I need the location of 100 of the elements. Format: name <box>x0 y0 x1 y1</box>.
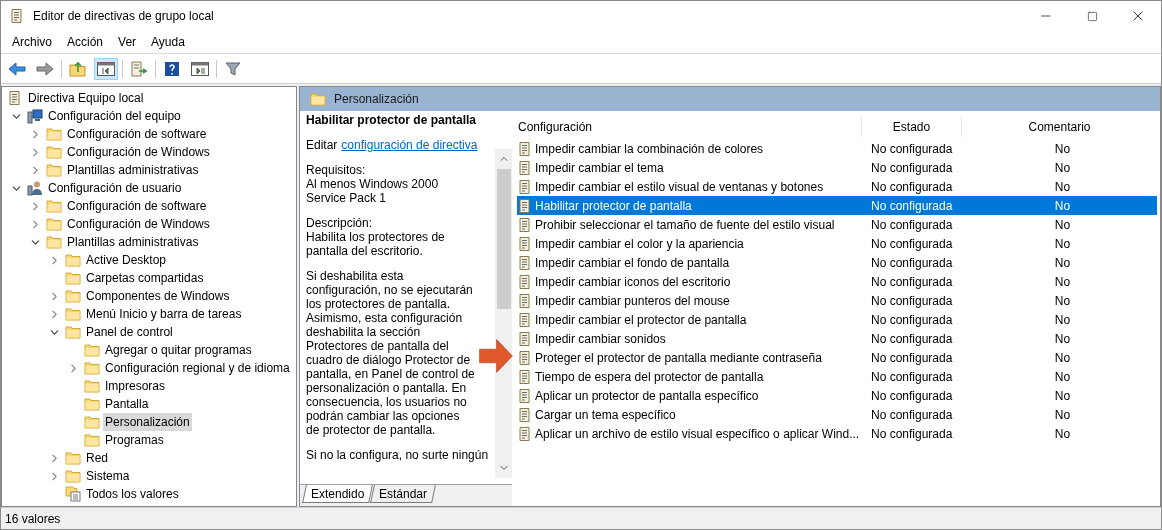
policy-setting-icon <box>517 178 533 195</box>
policy-setting-icon <box>517 425 533 442</box>
tree-item[interactable]: Carpetas compartidas <box>84 269 206 287</box>
pointer-arrow <box>479 339 513 373</box>
policy-row[interactable]: Impedir cambiar el protector de pantalla No configurada No <box>517 310 1157 329</box>
description-paragraph: Descripción: Habilita los protectores de pantalla del escritorio. <box>306 216 446 258</box>
tree-item[interactable]: Configuración regional y de idioma <box>103 359 292 377</box>
policy-row[interactable]: Impedir cambiar el estilo visual de ventanas y botones No configurada No <box>517 177 1157 196</box>
tree-item[interactable]: Plantillas administrativas <box>65 161 201 179</box>
tree-item[interactable]: Todos los valores <box>84 485 181 503</box>
policy-comment: No <box>1053 406 1072 424</box>
policy-comment: No <box>1053 425 1072 443</box>
policy-name: Prohibir seleccionar el tamaño de fuente del estilo visual <box>534 216 836 234</box>
policy-name: Impedir cambiar el color y la apariencia <box>534 235 745 253</box>
policy-settings-link[interactable]: configuración de directiva <box>341 138 478 152</box>
menu-item[interactable]: Ayuda <box>144 32 192 52</box>
tree-item[interactable]: Panel de control <box>84 323 175 341</box>
folder-icon <box>65 253 81 267</box>
tree-item[interactable]: Red <box>84 449 110 467</box>
tree-item[interactable]: Menú Inicio y barra de tareas <box>84 305 244 323</box>
edit-label: Editar <box>306 138 338 152</box>
policy-setting-icon <box>517 368 533 385</box>
menu-item[interactable]: Acción <box>60 32 111 52</box>
folder-icon <box>46 199 62 213</box>
policy-setting-icon <box>517 197 533 214</box>
policy-comment: No <box>1053 178 1072 196</box>
description-paragraph: Requisitos: Al menos Windows 2000 Service Pack 1 <box>306 163 440 205</box>
policy-state: No configurada <box>870 311 954 329</box>
column-header[interactable]: Comentario <box>962 117 1157 137</box>
policy-state: No configurada <box>870 425 954 443</box>
folder-icon <box>65 289 81 303</box>
policy-row[interactable]: Impedir cambiar iconos del escritorio No configurada No <box>517 272 1157 291</box>
policy-row[interactable]: Aplicar un archivo de estilo visual específico o aplicar Wind... No configurada No <box>517 424 1157 443</box>
policy-setting-icon <box>517 159 533 176</box>
folder-icon <box>84 397 100 411</box>
window-title: Editor de directivas de grupo local <box>33 8 214 25</box>
view-tab[interactable]: Estándar <box>370 485 437 503</box>
column-header[interactable]: Estado <box>862 117 962 137</box>
tree-item[interactable]: Configuración de Windows <box>65 143 212 161</box>
policy-row[interactable]: Habilitar protector de pantalla No configurada No <box>517 196 1157 215</box>
policy-state: No configurada <box>870 368 954 386</box>
policy-name: Impedir cambiar iconos del escritorio <box>534 273 732 291</box>
tree-item[interactable]: Impresoras <box>103 377 168 395</box>
folder-icon <box>310 92 326 106</box>
menu-item[interactable]: Ver <box>111 32 144 52</box>
policy-state: No configurada <box>870 159 954 177</box>
policy-row[interactable]: Impedir cambiar el color y la apariencia No configurada No <box>517 234 1157 253</box>
tree-item[interactable]: Plantillas administrativas <box>65 233 201 251</box>
policy-state: No configurada <box>870 330 954 348</box>
policy-row[interactable]: Proteger el protector de pantalla mediante contraseña No configurada No <box>517 348 1157 367</box>
tree-item[interactable]: Componentes de Windows <box>84 287 232 305</box>
policy-row[interactable]: Impedir cambiar sonidos No configurada No <box>517 329 1157 348</box>
policy-state: No configurada <box>870 254 954 272</box>
policy-row[interactable]: Impedir cambiar el tema No configurada No <box>517 158 1157 177</box>
policy-row[interactable]: Impedir cambiar la combinación de colores No configurada No <box>517 139 1157 158</box>
scroll-thumb[interactable] <box>496 169 511 309</box>
policy-comment: No <box>1053 330 1072 348</box>
tree-item[interactable]: Sistema <box>84 467 132 485</box>
policy-comment: No <box>1053 235 1072 253</box>
tree-item[interactable]: Personalización <box>103 413 192 431</box>
tree-item[interactable]: Active Desktop <box>84 251 169 269</box>
tree-item[interactable]: Configuración del equipo <box>46 107 183 125</box>
description-paragraph: Si deshabilita esta configuración, no se ejecutarán los protectores de pantalla. Asimismo, esta configuración deshabilita la sección Protectores de pantalla del cuadro de diálogo Protector de pantalla, en Panel de control de personalización o pantalla. En consecuencia, los usuarios no podrán cambiar las opciones de protector de pantalla. <box>306 269 476 437</box>
policy-name: Aplicar un archivo de estilo visual específico o aplicar Wind... <box>534 425 861 443</box>
folder-icon <box>84 415 100 429</box>
policy-name: Impedir cambiar sonidos <box>534 330 667 348</box>
policy-row[interactable]: Impedir cambiar punteros del mouse No configurada No <box>517 291 1157 310</box>
maximize-icon <box>1086 10 1098 22</box>
policy-row[interactable]: Cargar un tema específico No configurada No <box>517 405 1157 424</box>
description-paragraph: Si no la configura, no surte ningún <box>306 448 489 462</box>
tree-item[interactable]: Configuración de usuario <box>46 179 184 197</box>
tree-item[interactable]: Configuración de software <box>65 125 209 143</box>
tree-item[interactable]: Directiva Equipo local <box>26 89 146 107</box>
tree-item[interactable]: Programas <box>103 431 166 449</box>
folder-icon <box>84 433 100 447</box>
settings-list-icon <box>65 486 81 502</box>
tree-item[interactable]: Configuración de software <box>65 197 209 215</box>
policy-row[interactable]: Tiempo de espera del protector de pantalla No configurada No <box>517 367 1157 386</box>
policy-name: Impedir cambiar el tema <box>534 159 665 177</box>
policy-row[interactable]: Impedir cambiar el fondo de pantalla No configurada No <box>517 253 1157 272</box>
tree-item[interactable]: Pantalla <box>103 395 151 413</box>
policy-state: No configurada <box>870 349 954 367</box>
policy-name: Impedir cambiar la combinación de colores <box>534 140 765 158</box>
policy-document-icon <box>7 90 23 106</box>
policy-name: Habilitar protector de pantalla <box>534 197 693 215</box>
policy-row[interactable]: Aplicar un protector de pantalla específico No configurada No <box>517 386 1157 405</box>
menu-item[interactable]: Archivo <box>5 32 59 52</box>
folder-icon <box>65 451 81 465</box>
policy-comment: No <box>1053 292 1072 310</box>
policy-state: No configurada <box>870 406 954 424</box>
column-header[interactable]: Configuración <box>512 117 862 137</box>
tree-item[interactable]: Configuración de Windows <box>65 215 212 233</box>
view-tab[interactable]: Extendido <box>302 485 374 503</box>
show-tree-button[interactable] <box>94 57 118 80</box>
policy-row[interactable]: Prohibir seleccionar el tamaño de fuente del estilo visual No configurada No <box>517 215 1157 234</box>
tree-item[interactable]: Agregar o quitar programas <box>103 341 254 359</box>
policy-name: Impedir cambiar punteros del mouse <box>534 292 731 310</box>
folder-icon <box>65 469 81 483</box>
policy-name: Cargar un tema específico <box>534 406 677 424</box>
policy-setting-icon <box>517 387 533 404</box>
